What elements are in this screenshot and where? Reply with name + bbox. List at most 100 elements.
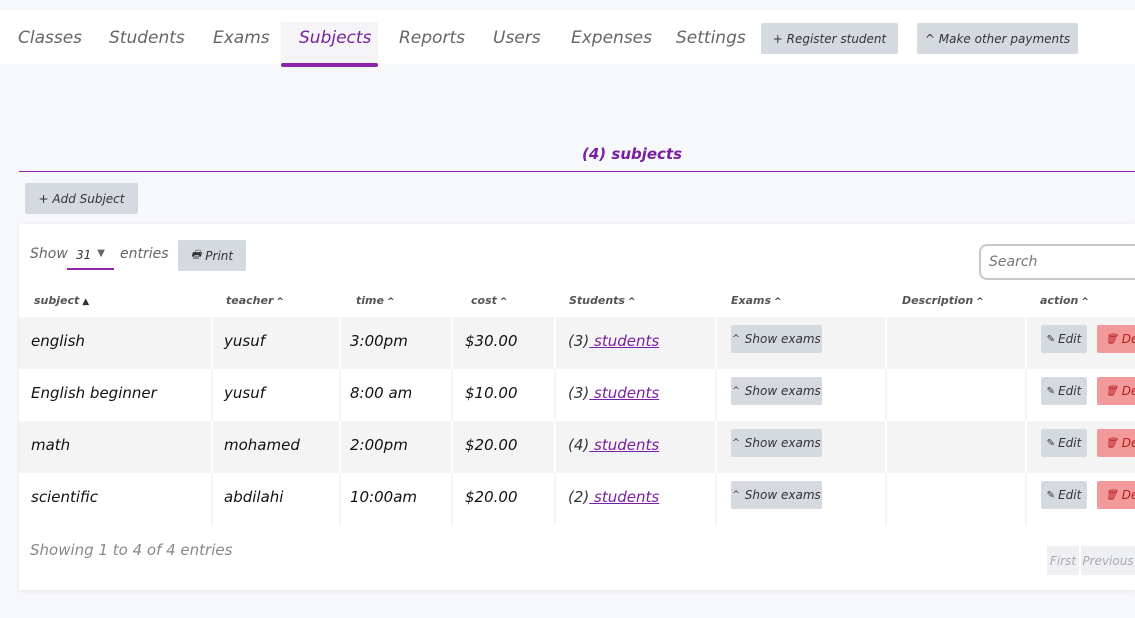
column-header-teacher[interactable]: teacher ^ (226, 294, 284, 307)
pencil-icon: ✎ (1046, 437, 1056, 449)
show-exams-button[interactable]: ^ Show exams (731, 429, 822, 457)
chevron-up-icon: ^ (732, 438, 740, 448)
table-row: math mohamed 2:00pm $20.00 (4) students … (19, 421, 1135, 473)
tab-students[interactable]: Students (109, 28, 185, 48)
students-cell: (4) students (568, 436, 659, 454)
entries-value: 31 (76, 248, 92, 262)
column-header-description[interactable]: Description ^ (902, 294, 984, 307)
tab-reports[interactable]: Reports (399, 28, 465, 48)
pencil-icon: ✎ (1046, 489, 1056, 501)
add-subject-button[interactable]: + Add Subject (25, 183, 138, 214)
tab-subjects[interactable]: Subjects (299, 28, 371, 48)
edit-button[interactable]: ✎ Edit (1041, 325, 1087, 353)
teacher-cell: mohamed (224, 436, 300, 454)
subject-cell: math (31, 436, 71, 454)
search-input[interactable] (987, 246, 1131, 278)
trash-icon: 🗑 (1105, 333, 1118, 345)
teacher-cell: yusuf (224, 332, 265, 350)
register-student-button[interactable]: + Register student (761, 23, 898, 54)
subject-cell: English beginner (31, 384, 157, 402)
column-header-exams[interactable]: Exams ^ (731, 294, 782, 307)
teacher-cell: yusuf (224, 384, 265, 402)
table-row: scientific abdilahi 10:00am $20.00 (2) s… (19, 473, 1135, 525)
students-count: (3) (568, 384, 590, 402)
time-cell: 3:00pm (350, 332, 408, 350)
column-header-subject[interactable]: subject ▲ (34, 294, 89, 307)
column-header-time[interactable]: time ^ (356, 294, 395, 307)
pagination-first[interactable]: First (1047, 546, 1079, 575)
tab-classes[interactable]: Classes (18, 28, 82, 48)
time-cell: 8:00 am (350, 384, 413, 402)
title-divider (19, 171, 1135, 172)
chevron-up-icon: ^ (732, 386, 740, 396)
delete-button[interactable]: 🗑Del (1097, 325, 1135, 353)
teacher-cell: abdilahi (224, 488, 284, 506)
pagination-previous[interactable]: Previous (1081, 546, 1135, 575)
chevron-down-icon: ▼ (97, 248, 105, 259)
tab-expenses[interactable]: Expenses (571, 28, 652, 48)
delete-button[interactable]: 🗑Del (1097, 377, 1135, 405)
table-row: English beginner yusuf 8:00 am $10.00 (3… (19, 369, 1135, 421)
show-exams-button[interactable]: ^ Show exams (731, 325, 822, 353)
page-title: (4) subjects (582, 145, 682, 163)
edit-button[interactable]: ✎ Edit (1041, 481, 1087, 509)
subject-count: (4) (582, 145, 607, 163)
students-count: (4) (568, 436, 590, 454)
column-header-students[interactable]: Students ^ (569, 294, 636, 307)
tab-settings[interactable]: Settings (676, 28, 746, 48)
print-button[interactable]: 🖶 Print (178, 240, 246, 271)
pencil-icon: ✎ (1046, 333, 1056, 345)
cost-cell: $30.00 (465, 332, 518, 350)
edit-button[interactable]: ✎ Edit (1041, 377, 1087, 405)
cost-cell: $20.00 (465, 488, 518, 506)
show-label: Show (30, 246, 68, 262)
show-exams-button[interactable]: ^ Show exams (731, 481, 822, 509)
make-other-payments-button[interactable]: ^ Make other payments (917, 23, 1078, 54)
students-link[interactable]: students (589, 436, 659, 454)
column-header-cost[interactable]: cost ^ (471, 294, 507, 307)
column-header-action[interactable]: action ^ (1040, 294, 1089, 307)
sort-asc-icon: ▲ (82, 297, 90, 307)
sort-icon: ^ (1081, 297, 1089, 307)
students-link[interactable]: students (589, 488, 659, 506)
cost-cell: $10.00 (465, 384, 518, 402)
students-count: (2) (568, 488, 590, 506)
time-cell: 10:00am (350, 488, 418, 506)
entries-select[interactable]: 31 ▼ (67, 244, 114, 270)
delete-button[interactable]: 🗑Del (1097, 429, 1135, 457)
sort-icon: ^ (386, 297, 395, 307)
show-exams-button[interactable]: ^ Show exams (731, 377, 822, 405)
sort-icon: ^ (276, 297, 284, 307)
cost-cell: $20.00 (465, 436, 518, 454)
students-link[interactable]: students (589, 332, 659, 350)
sort-icon: ^ (774, 297, 782, 307)
students-cell: (3) students (568, 384, 659, 402)
students-link[interactable]: students (589, 384, 659, 402)
trash-icon: 🗑 (1105, 385, 1118, 397)
trash-icon: 🗑 (1105, 437, 1118, 449)
table-row: english yusuf 3:00pm $30.00 (3) students… (19, 317, 1135, 369)
pencil-icon: ✎ (1046, 385, 1056, 397)
sort-icon: ^ (976, 297, 984, 307)
chevron-up-icon: ^ (732, 334, 740, 344)
subject-cell: english (31, 332, 85, 350)
students-cell: (2) students (568, 488, 659, 506)
sort-icon: ^ (499, 297, 508, 307)
print-label: Print (205, 248, 234, 263)
tab-users[interactable]: Users (493, 28, 541, 48)
edit-button[interactable]: ✎ Edit (1041, 429, 1087, 457)
sort-icon: ^ (627, 297, 636, 307)
printer-icon: 🖶 (190, 248, 202, 261)
page-title-label: subjects (611, 145, 683, 163)
subject-cell: scientific (31, 488, 98, 506)
time-cell: 2:00pm (350, 436, 408, 454)
trash-icon: 🗑 (1105, 489, 1118, 501)
delete-button[interactable]: 🗑Del (1097, 481, 1135, 509)
chevron-up-icon: ^ (732, 490, 740, 500)
tab-exams[interactable]: Exams (213, 28, 270, 48)
active-tab-underline (281, 63, 378, 67)
entries-label: entries (120, 246, 169, 262)
students-cell: (3) students (568, 332, 659, 350)
table-info: Showing 1 to 4 of 4 entries (30, 541, 233, 559)
search-box (979, 244, 1135, 280)
